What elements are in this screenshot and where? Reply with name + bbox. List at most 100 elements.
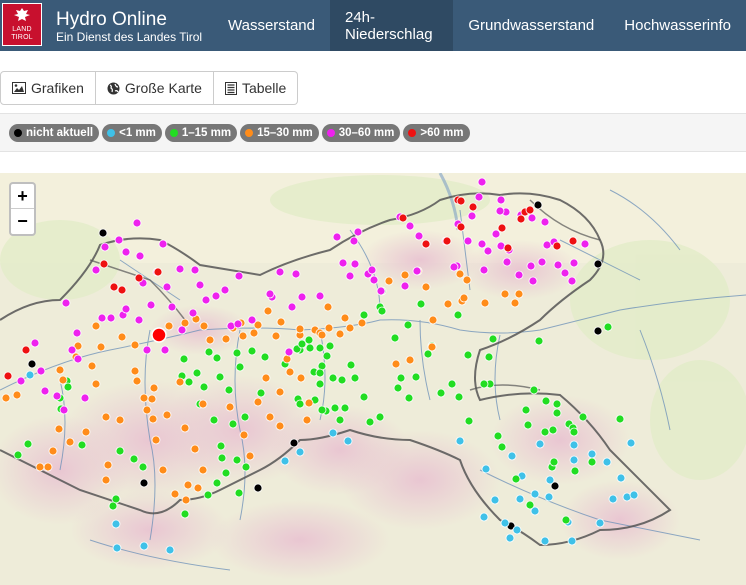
station-marker-green[interactable] [228, 419, 238, 429]
station-marker-green[interactable] [521, 405, 531, 415]
station-marker-green[interactable] [390, 333, 400, 343]
station-marker-green[interactable] [578, 412, 588, 422]
station-marker-orange[interactable] [96, 342, 106, 352]
station-marker-green[interactable] [256, 388, 266, 398]
station-marker-green[interactable] [322, 351, 332, 361]
station-marker-orange[interactable] [263, 306, 273, 316]
nav-grundwasserstand[interactable]: Grundwasserstand [453, 0, 609, 51]
tabelle-button[interactable]: Tabelle [213, 71, 299, 105]
station-marker-green[interactable] [615, 414, 625, 424]
station-marker-magenta[interactable] [479, 265, 489, 275]
station-marker-orange[interactable] [48, 446, 58, 456]
station-marker-magenta[interactable] [353, 227, 363, 237]
station-marker-orange[interactable] [324, 323, 334, 333]
station-marker-blue[interactable] [112, 543, 122, 553]
station-marker-magenta[interactable] [132, 218, 142, 228]
station-marker-magenta[interactable] [315, 291, 325, 301]
station-marker-green[interactable] [377, 306, 387, 316]
station-marker-magenta[interactable] [158, 239, 168, 249]
station-marker-green[interactable] [13, 450, 23, 460]
station-marker-magenta[interactable] [537, 257, 547, 267]
station-marker-green[interactable] [375, 412, 385, 422]
station-marker-magenta[interactable] [287, 302, 297, 312]
zoom-out-button[interactable]: − [11, 209, 34, 234]
station-marker-blue[interactable] [545, 475, 555, 485]
station-marker-black[interactable] [593, 259, 603, 269]
station-marker-orange[interactable] [132, 376, 142, 386]
station-marker-magenta[interactable] [233, 319, 243, 329]
station-marker-orange[interactable] [340, 313, 350, 323]
station-marker-green[interactable] [241, 462, 251, 472]
station-marker-magenta[interactable] [61, 298, 71, 308]
station-marker-blue[interactable] [535, 439, 545, 449]
station-marker-blue[interactable] [512, 525, 522, 535]
brand[interactable]: Hydro Online Ein Dienst des Landes Tirol [56, 9, 202, 44]
station-marker-magenta[interactable] [345, 271, 355, 281]
station-marker-green[interactable] [464, 416, 474, 426]
station-marker-blue[interactable] [479, 512, 489, 522]
station-marker-green[interactable] [603, 322, 613, 332]
station-marker-magenta[interactable] [496, 195, 506, 205]
station-marker-orange[interactable] [271, 331, 281, 341]
station-marker-red[interactable] [117, 285, 127, 295]
station-marker-green[interactable] [216, 441, 226, 451]
station-marker-green[interactable] [297, 339, 307, 349]
station-marker-magenta[interactable] [526, 261, 536, 271]
station-marker-blue[interactable] [507, 451, 517, 461]
station-marker-orange[interactable] [183, 480, 193, 490]
station-marker-green[interactable] [217, 453, 227, 463]
station-marker-magenta[interactable] [414, 231, 424, 241]
station-marker-magenta[interactable] [234, 271, 244, 281]
station-marker-green[interactable] [184, 377, 194, 387]
nav-wasserstand[interactable]: Wasserstand [213, 0, 330, 51]
station-marker-orange[interactable] [65, 437, 75, 447]
station-marker-blue[interactable] [602, 457, 612, 467]
station-marker-green[interactable] [403, 320, 413, 330]
station-marker-orange[interactable] [101, 475, 111, 485]
zoom-in-button[interactable]: + [11, 184, 34, 209]
station-marker-orange[interactable] [276, 317, 286, 327]
station-marker-orange[interactable] [198, 399, 208, 409]
station-marker-magenta[interactable] [30, 338, 40, 348]
station-marker-orange[interactable] [148, 414, 158, 424]
station-marker-orange[interactable] [193, 483, 203, 493]
station-marker-magenta[interactable] [474, 192, 484, 202]
station-marker-orange[interactable] [91, 379, 101, 389]
station-marker-orange[interactable] [225, 402, 235, 412]
station-marker-green[interactable] [295, 399, 305, 409]
station-marker-magenta[interactable] [106, 313, 116, 323]
station-marker-magenta[interactable] [40, 386, 50, 396]
station-marker-orange[interactable] [139, 393, 149, 403]
station-marker-magenta[interactable] [73, 354, 83, 364]
station-marker-magenta[interactable] [36, 366, 46, 376]
station-marker-green[interactable] [330, 403, 340, 413]
station-marker-orange[interactable] [275, 421, 285, 431]
station-marker-blue[interactable] [500, 518, 510, 528]
station-marker-blue[interactable] [540, 536, 550, 546]
station-marker-green[interactable] [540, 427, 550, 437]
station-marker-green[interactable] [305, 343, 315, 353]
station-marker-orange[interactable] [261, 373, 271, 383]
station-marker-green[interactable] [453, 310, 463, 320]
station-marker-green[interactable] [359, 392, 369, 402]
station-marker-red[interactable] [456, 222, 466, 232]
station-marker-green[interactable] [447, 379, 457, 389]
station-marker-magenta[interactable] [162, 282, 172, 292]
station-marker-orange[interactable] [81, 427, 91, 437]
station-marker-orange[interactable] [239, 430, 249, 440]
land-tirol-logo[interactable]: LAND TIROL [2, 3, 42, 46]
station-marker-orange[interactable] [158, 465, 168, 475]
station-marker-green[interactable] [260, 352, 270, 362]
station-marker-orange[interactable] [198, 465, 208, 475]
station-marker-blue[interactable] [280, 456, 290, 466]
station-marker-green[interactable] [416, 299, 426, 309]
station-marker-magenta[interactable] [569, 258, 579, 268]
station-marker-green[interactable] [337, 375, 347, 385]
station-marker-magenta[interactable] [160, 345, 170, 355]
station-marker-red[interactable] [134, 273, 144, 283]
station-marker-orange[interactable] [428, 315, 438, 325]
station-marker-green[interactable] [328, 373, 338, 383]
station-marker-green[interactable] [523, 420, 533, 430]
station-marker-magenta[interactable] [52, 391, 62, 401]
station-marker-blue[interactable] [25, 370, 35, 380]
